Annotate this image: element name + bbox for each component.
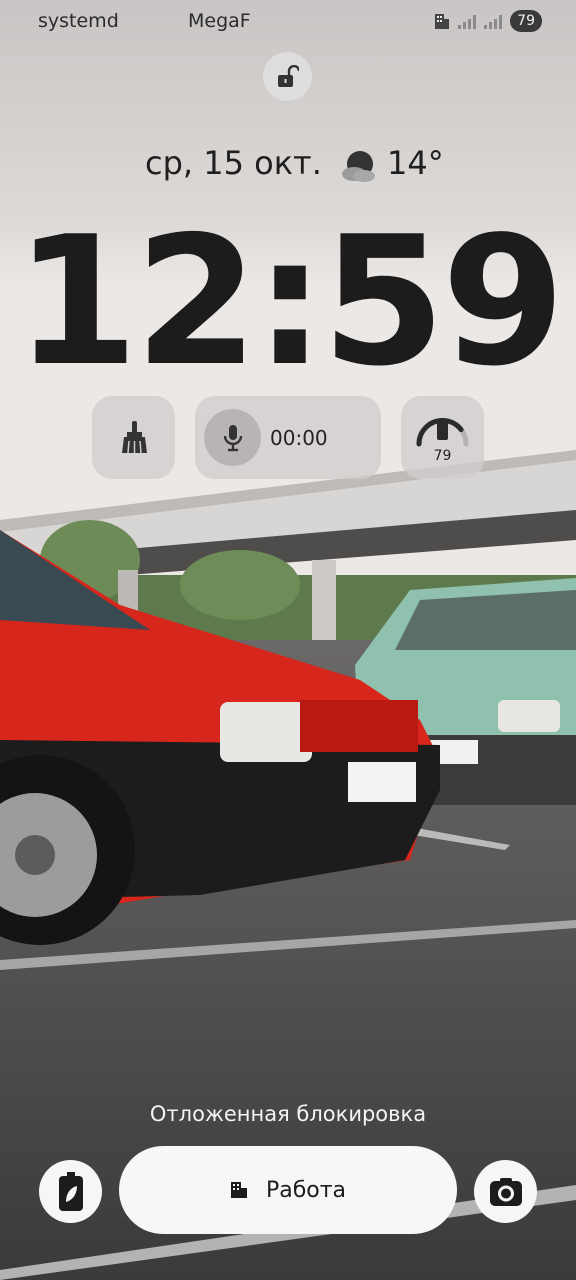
microphone-icon: [223, 424, 242, 451]
partly-cloudy-night-icon: [342, 151, 375, 182]
unlock-button[interactable]: [263, 52, 312, 101]
battery-gauge-value: 79: [433, 448, 452, 464]
camera-button[interactable]: [474, 1160, 537, 1223]
status-app-label: systemd: [38, 10, 119, 32]
work-button-label: Работа: [265, 1177, 347, 1203]
battery-widget[interactable]: 79: [401, 396, 484, 479]
signal-icon-1: [458, 13, 477, 29]
date-label: ср, 15 окт.: [145, 144, 322, 182]
work-profile-icon: [435, 13, 450, 29]
cleaner-widget[interactable]: [92, 396, 175, 479]
battery-indicator: 79: [510, 10, 542, 32]
eco-battery-icon: [58, 1171, 83, 1211]
record-button[interactable]: [204, 409, 261, 466]
building-icon: [230, 1182, 247, 1198]
camera-icon: [489, 1177, 522, 1206]
status-carrier-label: MegaF: [188, 10, 251, 32]
status-bar: systemd MegaF 79: [0, 0, 576, 44]
date-weather-row: ср, 15 окт. 14°: [0, 144, 576, 188]
wallpaper-image: [0, 0, 576, 1280]
delayed-lock-text: Отложенная блокировка: [149, 1102, 427, 1126]
temperature-label: 14°: [387, 144, 444, 182]
broom-icon: [121, 420, 147, 453]
signal-icon-2: [484, 13, 503, 29]
clock-time: 12:59: [14, 198, 566, 405]
phone-gauge-icon: [416, 418, 469, 447]
recorder-widget[interactable]: 00:00: [195, 396, 381, 479]
work-profile-button[interactable]: Работа: [119, 1146, 457, 1234]
unlock-icon: [277, 64, 299, 87]
recorder-time: 00:00: [270, 426, 328, 450]
battery-saver-button[interactable]: [39, 1160, 102, 1223]
